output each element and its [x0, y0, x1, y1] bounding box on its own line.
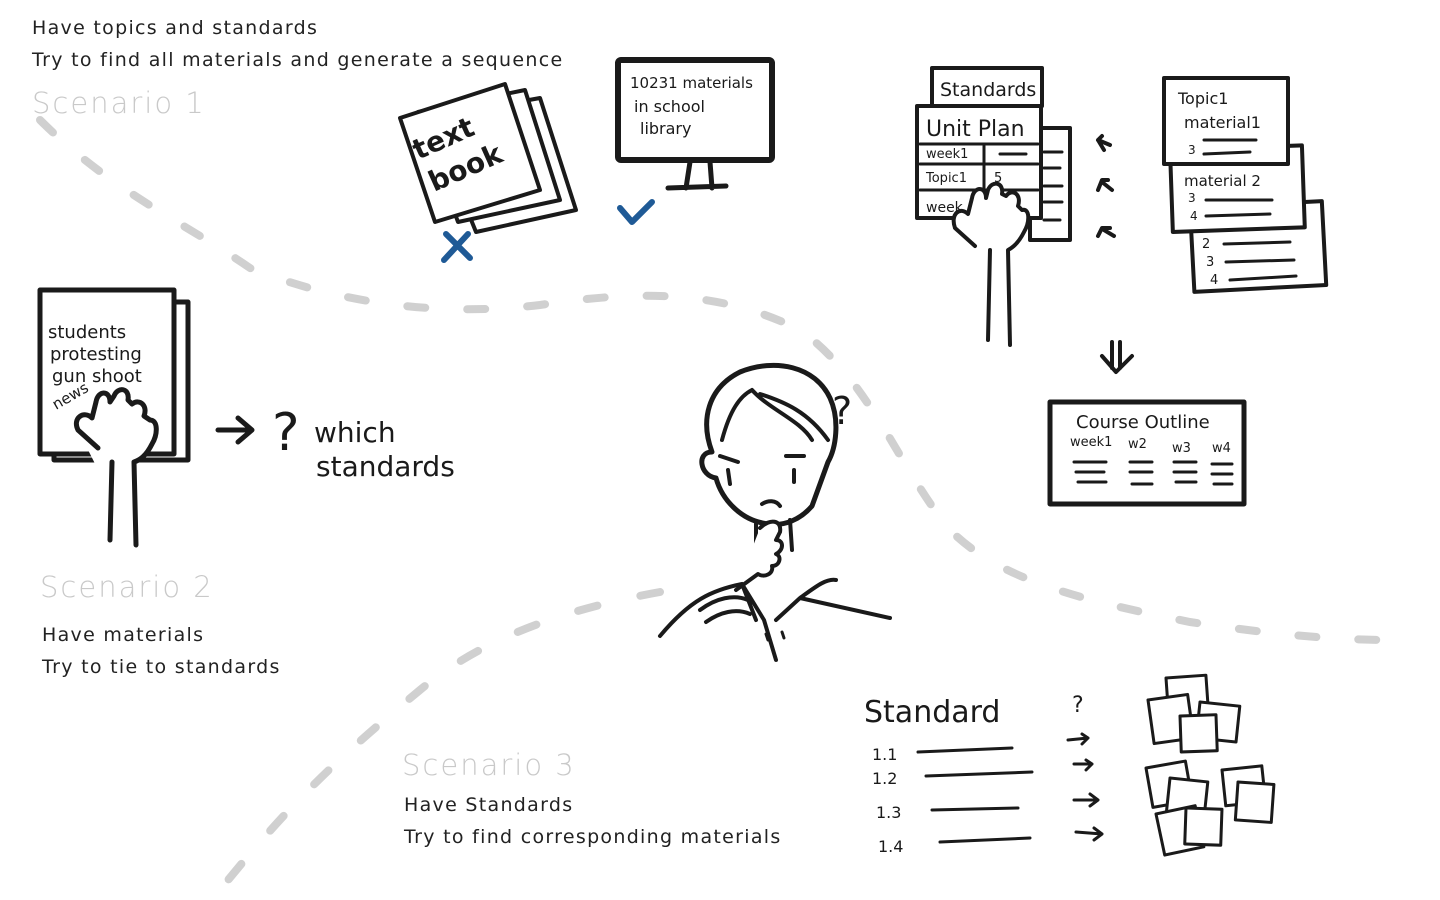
- which-standards-line2: standards: [316, 450, 455, 483]
- card3-n1: 2: [1202, 237, 1210, 252]
- card3-n3: 4: [1210, 273, 1218, 288]
- course-outline-col4: w4: [1212, 441, 1231, 456]
- card2-title: material 2: [1184, 172, 1261, 190]
- card1-title: Topic1: [1177, 89, 1228, 108]
- newspaper-line2: protesting: [50, 344, 142, 365]
- person-question-mark: ?: [832, 389, 852, 433]
- down-arrow-icon: [1100, 340, 1134, 374]
- standard-list-title: Standard: [864, 695, 1000, 730]
- scenario3-title: Scenario 3: [402, 748, 576, 782]
- textbook-icon: text book: [398, 82, 578, 234]
- card1-n: 3: [1188, 143, 1196, 157]
- course-outline-col3: w3: [1172, 441, 1191, 456]
- scenario1-title: Scenario 1: [32, 86, 206, 120]
- scenario2-line2: Try to tie to standards: [42, 656, 281, 678]
- standard-item-1: 1.1: [872, 745, 897, 764]
- course-outline-col1: week1: [1070, 435, 1112, 450]
- standard-list-icon: Standard 1.1 1.2 1.3 1.4 ?: [864, 693, 1104, 856]
- card2-n2: 4: [1190, 209, 1198, 223]
- card3-n2: 3: [1206, 255, 1214, 270]
- question-mark-large: ?: [272, 403, 300, 463]
- monitor-text-line2: in school: [634, 97, 705, 116]
- scenario3-line2: Try to find corresponding materials: [404, 826, 782, 848]
- topic-material-cards: 2 3 4 material 2 3 4 Topic1 material1 3: [1162, 76, 1329, 294]
- scenario2-line1: Have materials: [42, 624, 205, 646]
- material-notes-icon: [1144, 673, 1276, 857]
- standards-tab-label: Standards: [940, 79, 1036, 101]
- scenario1-line1: Have topics and standards: [32, 17, 319, 39]
- hand-icon-left: [74, 387, 159, 548]
- course-outline-title: Course Outline: [1076, 412, 1210, 433]
- standard-list-question: ?: [1072, 693, 1084, 718]
- monitor-text-line3: library: [640, 119, 691, 138]
- newspaper-line1: students: [48, 322, 126, 343]
- standard-item-3: 1.3: [876, 803, 901, 822]
- scenario1-line2: Try to find all materials and generate a…: [32, 49, 564, 71]
- scenario2-title: Scenario 2: [40, 570, 214, 604]
- check-mark-icon: [617, 199, 655, 225]
- which-standards-line1: which: [314, 416, 396, 449]
- monitor-icon: 10231 materials in school library: [615, 57, 775, 191]
- cross-mark-icon: [441, 231, 473, 263]
- thinking-person-icon: [658, 362, 892, 662]
- monitor-text-line1: 10231 materials: [630, 74, 753, 92]
- newspaper-line3: gun shoot: [52, 366, 142, 387]
- card1-sub: material1: [1184, 113, 1261, 132]
- right-arrow-icon: [215, 415, 255, 445]
- standard-item-2: 1.2: [872, 769, 897, 788]
- unit-plan-row1: week1: [926, 147, 968, 162]
- card2-n1: 3: [1188, 191, 1196, 205]
- illustration-canvas: text book 10231 materials in school libr…: [36, 57, 1399, 894]
- course-outline-col2: w2: [1128, 437, 1147, 452]
- standard-item-4: 1.4: [878, 837, 903, 856]
- course-outline-icon: Course Outline week1 w2 w3 w4: [1047, 399, 1247, 507]
- scenario3-line1: Have Standards: [404, 794, 574, 816]
- unit-plan-title: Unit Plan: [926, 117, 1025, 142]
- unit-plan-row2: Topic1: [925, 171, 967, 186]
- incoming-arrows-icon: [1096, 134, 1116, 238]
